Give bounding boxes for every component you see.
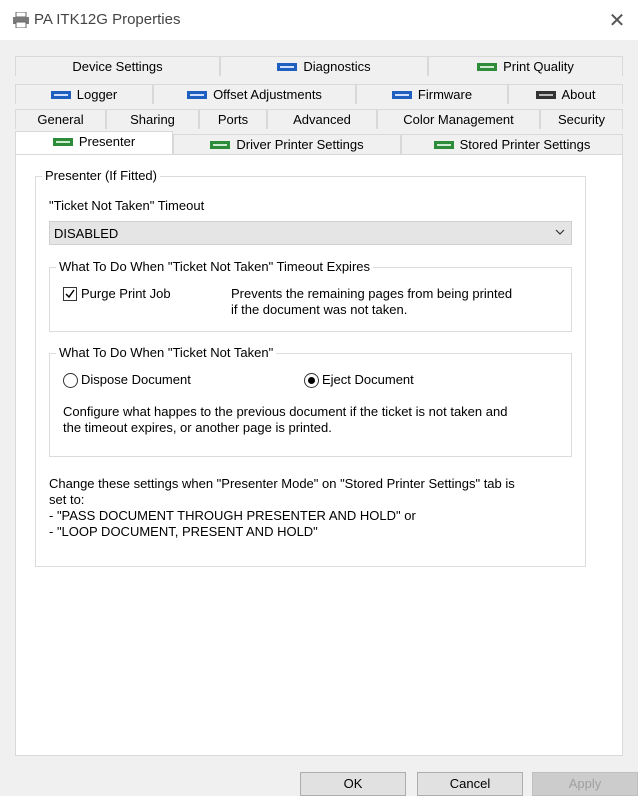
title-bar: PA ITK12G Properties ✕ xyxy=(0,0,638,40)
green-printer-icon xyxy=(477,62,498,71)
close-button[interactable]: ✕ xyxy=(606,8,628,33)
note-line2: set to: xyxy=(49,492,85,507)
tab-label: Offset Adjustments xyxy=(213,87,322,102)
radio-selected-dot xyxy=(308,377,315,384)
presenter-panel: Presenter (If Fitted) "Ticket Not Taken"… xyxy=(15,154,623,756)
checkmark-icon xyxy=(65,289,75,299)
tab-label: Security xyxy=(558,112,605,127)
purge-description-line1: Prevents the remaining pages from being … xyxy=(231,286,513,301)
tab-print-quality[interactable]: Print Quality xyxy=(428,56,623,76)
tab-label: Logger xyxy=(76,87,118,102)
dispose-document-radio[interactable] xyxy=(63,373,78,388)
tab-label: Print Quality xyxy=(503,59,574,74)
tab-offset-adjustments[interactable]: Offset Adjustments xyxy=(153,84,356,104)
not-taken-description-line1: Configure what happes to the previous do… xyxy=(63,404,508,419)
timeout-expires-group: What To Do When "Ticket Not Taken" Timeo… xyxy=(49,259,572,332)
tab-device-settings[interactable]: Device Settings xyxy=(15,56,220,76)
tab-security[interactable]: Security xyxy=(540,109,623,129)
eject-document-label[interactable]: Eject Document xyxy=(322,372,414,387)
tab-label: Firmware xyxy=(417,87,473,102)
eject-document-radio[interactable] xyxy=(304,373,319,388)
chevron-down-icon xyxy=(555,229,565,235)
printer-icon xyxy=(13,12,29,28)
blue-printer-icon xyxy=(391,90,412,99)
dark-printer-icon xyxy=(535,90,556,99)
tab-diagnostics[interactable]: Diagnostics xyxy=(220,56,428,76)
timeout-label: "Ticket Not Taken" Timeout xyxy=(49,198,205,213)
tab-label: Presenter xyxy=(78,134,136,149)
tab-about[interactable]: About xyxy=(508,84,623,104)
tab-label: About xyxy=(561,87,596,102)
tab-label: Sharing xyxy=(130,112,175,127)
purge-description-line2: if the document was not taken. xyxy=(231,302,408,317)
tab-stored-printer-settings[interactable]: Stored Printer Settings xyxy=(401,134,623,154)
group-title: Presenter (If Fitted) xyxy=(42,168,160,184)
tab-label: Stored Printer Settings xyxy=(459,137,591,152)
dispose-document-label[interactable]: Dispose Document xyxy=(81,372,191,387)
tab-logger[interactable]: Logger xyxy=(15,84,153,104)
tab-label: Ports xyxy=(217,112,249,127)
tab-ports[interactable]: Ports xyxy=(199,109,267,129)
cancel-button[interactable]: Cancel xyxy=(417,772,523,796)
blue-printer-icon xyxy=(50,90,71,99)
note-line3: - "PASS DOCUMENT THROUGH PRESENTER AND H… xyxy=(49,508,416,523)
not-taken-description-line2: the timeout expires, or another page is … xyxy=(63,420,332,435)
tab-color-management[interactable]: Color Management xyxy=(377,109,540,129)
purge-print-job-checkbox[interactable] xyxy=(63,287,77,301)
timeout-dropdown[interactable]: DISABLED xyxy=(49,221,572,245)
tab-driver-printer-settings[interactable]: Driver Printer Settings xyxy=(173,134,401,154)
tab-general[interactable]: General xyxy=(15,109,106,129)
ticket-not-taken-group: What To Do When "Ticket Not Taken" Dispo… xyxy=(49,345,572,457)
tab-label: General xyxy=(37,112,84,127)
group-title: What To Do When "Ticket Not Taken" Timeo… xyxy=(56,259,374,275)
timeout-value: DISABLED xyxy=(54,226,119,241)
group-title: What To Do When "Ticket Not Taken" xyxy=(56,345,277,361)
purge-print-job-label[interactable]: Purge Print Job xyxy=(81,286,171,301)
tab-firmware[interactable]: Firmware xyxy=(356,84,508,104)
tab-label: Color Management xyxy=(403,112,514,127)
green-printer-icon xyxy=(210,140,231,149)
blue-printer-icon xyxy=(277,62,298,71)
note-line1: Change these settings when "Presenter Mo… xyxy=(49,476,515,491)
tab-advanced[interactable]: Advanced xyxy=(267,109,377,129)
tab-label: Diagnostics xyxy=(303,59,371,74)
green-printer-icon xyxy=(433,140,454,149)
tab-label: Driver Printer Settings xyxy=(236,137,364,152)
blue-printer-icon xyxy=(187,90,208,99)
tab-sharing[interactable]: Sharing xyxy=(106,109,199,129)
green-printer-icon xyxy=(52,137,73,146)
tab-label: Advanced xyxy=(293,112,351,127)
tab-presenter[interactable]: Presenter xyxy=(15,131,173,154)
ok-button[interactable]: OK xyxy=(300,772,406,796)
tab-label: Device Settings xyxy=(72,59,163,74)
apply-button[interactable]: Apply xyxy=(532,772,638,796)
window-title: PA ITK12G Properties xyxy=(34,11,181,28)
note-line4: - "LOOP DOCUMENT, PRESENT AND HOLD" xyxy=(49,524,318,539)
presenter-group: Presenter (If Fitted) "Ticket Not Taken"… xyxy=(35,168,586,567)
